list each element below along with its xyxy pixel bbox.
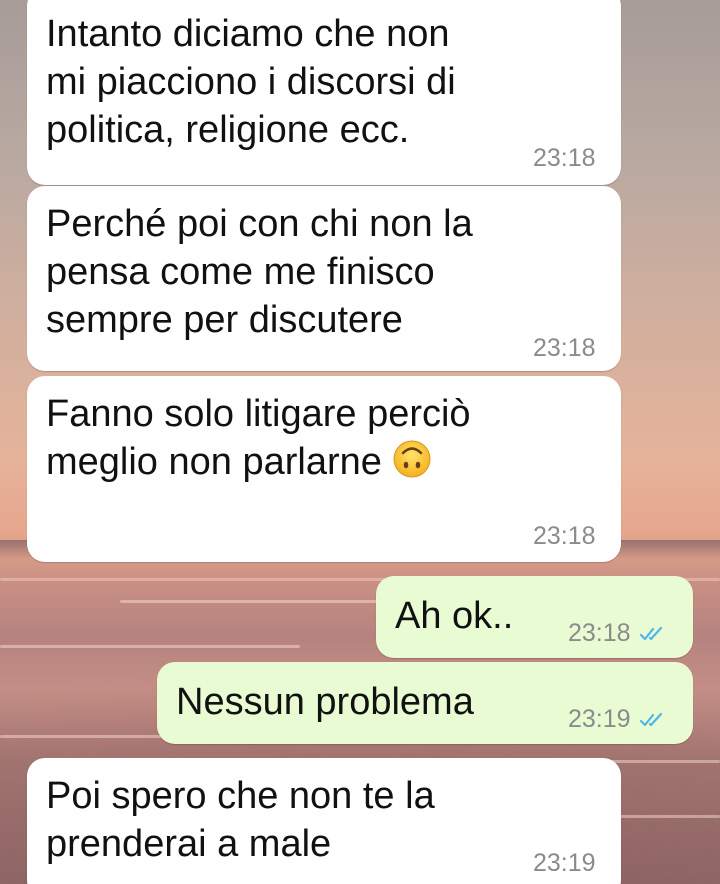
message-timestamp-container: 23:19 — [568, 705, 669, 734]
message-text-container: Fanno solo litigare perciò meglio non pa… — [46, 390, 471, 486]
message-text: Ah ok.. — [395, 595, 514, 637]
outgoing-message-bubble[interactable]: Ah ok.. 23:18 — [376, 576, 693, 658]
message-timestamp: 23:19 — [568, 705, 631, 733]
wallpaper-wave — [0, 645, 300, 648]
incoming-message-bubble[interactable]: Fanno solo litigare perciò meglio non pa… — [27, 376, 621, 562]
incoming-message-bubble[interactable]: Poi spero che non te la prenderai a male… — [27, 758, 621, 884]
wallpaper-wave — [600, 760, 720, 763]
message-timestamp: 23:18 — [533, 334, 596, 362]
message-text: Perché poi con chi non la pensa come me … — [46, 203, 473, 341]
wallpaper-wave — [120, 600, 420, 603]
message-text: Poi spero che non te la prenderai a male — [46, 775, 435, 865]
message-timestamp: 23:18 — [533, 522, 596, 550]
wallpaper-wave — [620, 815, 720, 818]
incoming-message-bubble[interactable]: Perché poi con chi non la pensa come me … — [27, 186, 621, 371]
double-check-read-icon — [639, 627, 662, 641]
message-timestamp-container: 23:18 — [568, 619, 669, 648]
outgoing-message-bubble[interactable]: Nessun problema 23:19 — [157, 662, 693, 744]
upside-down-face-emoji-icon — [393, 440, 431, 478]
message-text: Intanto diciamo che non mi piacciono i d… — [46, 13, 456, 151]
message-text: Nessun problema — [176, 681, 474, 723]
message-timestamp: 23:18 — [568, 619, 631, 647]
incoming-message-bubble[interactable]: Intanto diciamo che non mi piacciono i d… — [27, 0, 621, 185]
message-timestamp: 23:18 — [533, 144, 596, 172]
message-timestamp: 23:19 — [533, 849, 596, 877]
double-check-read-icon — [639, 713, 662, 727]
